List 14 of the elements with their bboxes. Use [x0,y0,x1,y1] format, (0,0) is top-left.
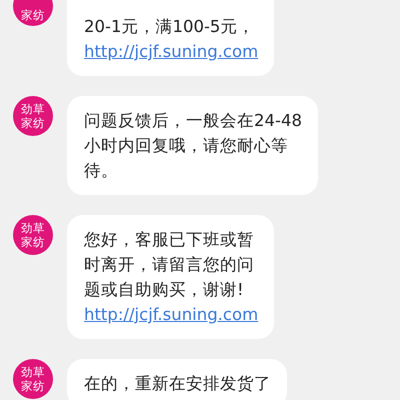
message-line: 小时内回复哦，请您耐心等 [84,135,289,157]
avatar[interactable]: 劲草 家纺 [13,96,53,136]
message-line: 时离开，请留言您的问 [84,254,255,276]
message-line: 问题反馈后，一般会在24-48 [84,110,302,132]
avatar[interactable]: 家纺 [13,0,53,26]
avatar[interactable]: 劲草 家纺 [13,215,53,255]
avatar[interactable]: 劲草 家纺 [13,359,53,399]
message-line: 待。 [84,160,119,182]
message-link[interactable]: http://jcjf.suning.com [84,302,258,327]
message-line: 您好，客服已下班或暂 [84,229,255,251]
message-link[interactable]: http://jcjf.suning.com [84,39,258,64]
message-line: 题或自助购买，谢谢! [84,279,245,301]
message-line: 20-1元，满100-5元， [84,16,256,38]
message-line: 在的，重新在安排发货了 [84,373,271,395]
